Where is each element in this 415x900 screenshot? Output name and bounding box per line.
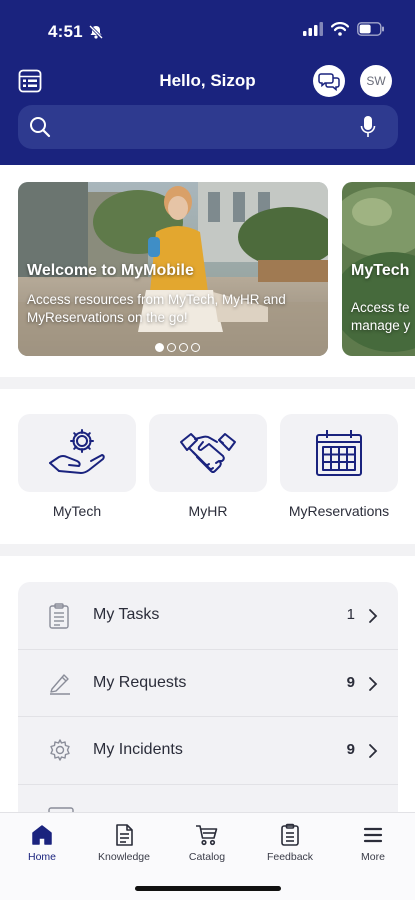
clipboard-icon	[49, 603, 69, 629]
tab-label: Feedback	[266, 851, 314, 863]
cart-icon	[196, 825, 218, 846]
tab-label: Knowledge	[98, 851, 150, 863]
app-header: 4:51 Hello, Sizop SW	[0, 0, 415, 165]
tab-home[interactable]: Home	[2, 823, 82, 863]
home-icon	[32, 825, 52, 845]
work-list: My Tasks 1 My Requests 9 My Incidents 9	[18, 582, 398, 812]
app-tile[interactable]	[280, 414, 398, 492]
chat-button[interactable]	[313, 65, 345, 97]
list-item-count: 1	[346, 606, 355, 623]
carousel-dot[interactable]	[155, 343, 164, 352]
app-tile[interactable]	[149, 414, 267, 492]
list-item-label: My Incidents	[93, 741, 183, 758]
tab-knowledge[interactable]: Knowledge	[84, 823, 164, 863]
document-icon	[116, 824, 133, 846]
status-time: 4:51	[48, 22, 83, 41]
gear-hand-icon	[49, 429, 105, 474]
battery-icon	[357, 22, 384, 36]
carousel-slide[interactable]: Welcome to MyMobile Access resources fro…	[18, 182, 328, 356]
slide-description: Access te manage y	[351, 300, 411, 333]
slide-title: Welcome to MyMobile	[27, 262, 194, 279]
carousel-slide[interactable]: MyTech Access te manage y	[342, 182, 415, 356]
carousel-dot[interactable]	[167, 343, 176, 352]
app-tile[interactable]	[18, 414, 136, 492]
slide-title: MyTech	[351, 262, 410, 279]
list-item-my-tasks[interactable]: My Tasks 1	[18, 582, 398, 650]
list-item-count: 9	[346, 673, 355, 691]
section-divider	[0, 377, 415, 389]
promo-carousel[interactable]: Welcome to MyMobile Access resources fro…	[0, 165, 415, 377]
gear-icon	[50, 739, 70, 761]
list-item-label: My Tasks	[93, 606, 160, 623]
calendar-icon	[316, 430, 362, 476]
hamburger-icon	[363, 827, 383, 843]
section-divider	[0, 544, 415, 556]
chat-bubbles-icon	[318, 73, 340, 92]
home-indicator	[135, 886, 281, 891]
app-myreservations[interactable]: MyReservations	[280, 414, 398, 519]
app-label: MyReservations	[288, 503, 390, 519]
search-input[interactable]	[62, 113, 352, 141]
tab-label: More	[361, 851, 385, 863]
status-icons	[303, 22, 385, 36]
wifi-icon	[331, 22, 349, 36]
tab-feedback[interactable]: Feedback	[250, 823, 330, 863]
list-item-my-requests[interactable]: My Requests 9	[18, 650, 398, 717]
carousel-dot[interactable]	[191, 343, 200, 352]
tab-label: Catalog	[188, 851, 226, 863]
chevron-right-icon	[369, 676, 378, 691]
microphone-icon[interactable]	[360, 115, 376, 139]
bell-muted-icon	[88, 24, 104, 40]
app-mytech[interactable]: MyTech	[18, 414, 136, 519]
app-label: MyTech	[52, 503, 102, 519]
list-item-label: My Requests	[93, 673, 187, 691]
slide-description: Access resources from MyTech, MyHR and M…	[27, 292, 286, 325]
work-list-section: My Tasks 1 My Requests 9 My Incidents 9	[0, 556, 415, 812]
list-item-my-incidents[interactable]: My Incidents 9	[18, 717, 398, 785]
clipboard-icon	[281, 823, 299, 846]
pencil-icon	[50, 673, 70, 695]
tab-more[interactable]: More	[333, 823, 413, 863]
tab-catalog[interactable]: Catalog	[167, 823, 247, 863]
app-label: MyHR	[188, 503, 228, 519]
search-icon	[30, 117, 51, 138]
chevron-right-icon	[369, 609, 378, 623]
signal-icon	[303, 22, 323, 36]
list-item-partial[interactable]	[18, 785, 398, 812]
quick-apps: MyTech MyHR MyReservations	[0, 389, 415, 544]
carousel-pagination[interactable]	[155, 343, 200, 352]
tab-label: Home	[27, 851, 56, 863]
search-bar[interactable]	[18, 105, 398, 149]
app-myhr[interactable]: MyHR	[149, 414, 267, 519]
list-item-count: 9	[346, 741, 355, 758]
chevron-right-icon	[369, 744, 378, 758]
greeting-title: Hello, Sizop	[159, 71, 256, 90]
handshake-icon	[180, 433, 236, 473]
carousel-dot[interactable]	[179, 343, 188, 352]
avatar[interactable]: SW	[360, 65, 392, 97]
